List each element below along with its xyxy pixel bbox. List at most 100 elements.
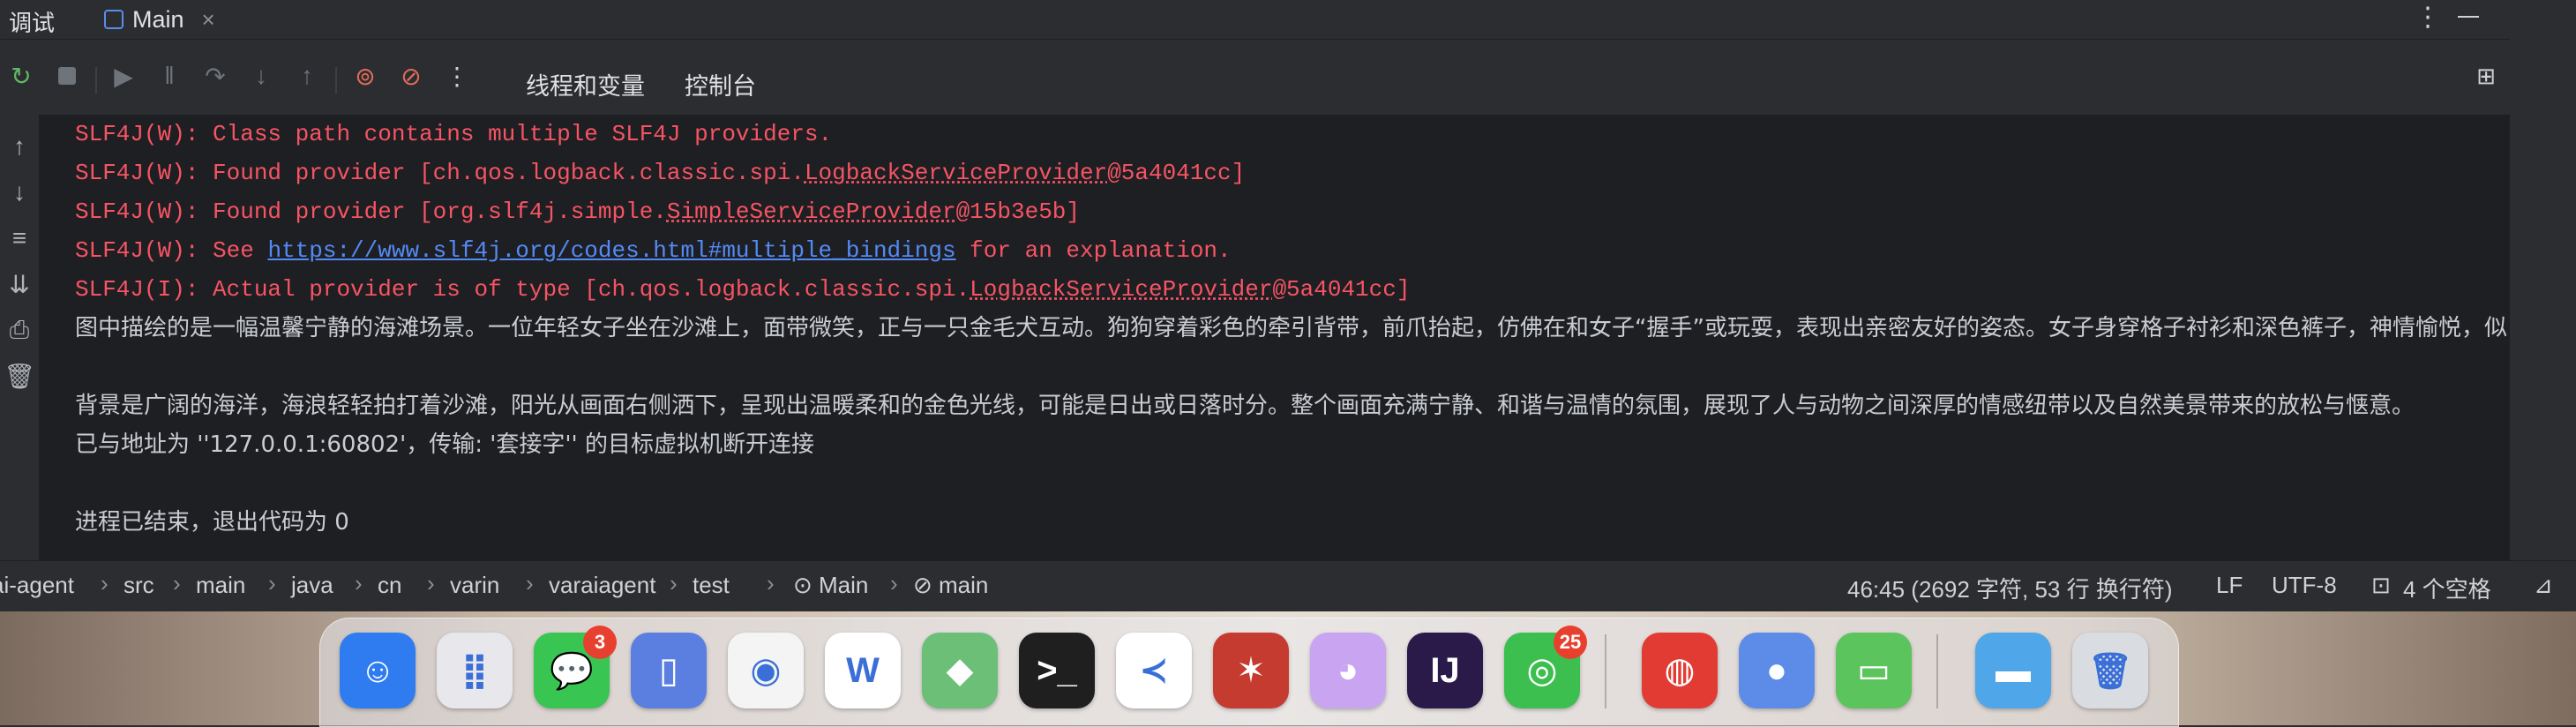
chevron-right-icon: › <box>101 570 109 596</box>
breadcrumb-item[interactable]: src <box>124 572 154 599</box>
console-line: SLF4J(W): Class path contains multiple S… <box>75 115 832 154</box>
tab-console[interactable]: 控制台 <box>685 67 756 101</box>
step-out-icon[interactable]: ↑ <box>291 60 323 92</box>
tab-close-icon[interactable]: × <box>202 6 215 34</box>
console-class-ref[interactable]: LogbackServiceProvider <box>805 160 1107 186</box>
file-encoding[interactable]: UTF-8 <box>2272 572 2337 599</box>
cat-app-icon: ◕ <box>1337 650 1359 690</box>
line-separator[interactable]: LF <box>2216 572 2243 599</box>
console-line: 已与地址为 ''127.0.0.1:60802'，传输: '套接字'' 的目标虚… <box>75 425 814 464</box>
dock-app-wps[interactable]: W <box>825 633 901 708</box>
wps-icon: W <box>846 650 880 690</box>
stop-icon[interactable] <box>51 60 83 92</box>
lock-icon[interactable]: ⊡ <box>2371 572 2391 599</box>
console-class-ref[interactable]: SimpleServiceProvider <box>667 199 956 225</box>
console-class-ref[interactable]: LogbackServiceProvider <box>970 276 1272 303</box>
dock-app-messages[interactable]: 💬 3 <box>534 626 617 708</box>
intellij-icon: IJ <box>1430 650 1460 690</box>
launchpad-icon: ⣿ <box>461 651 489 690</box>
console-gutter: ↑ ↓ ≡ ⇊ ⎙ 🗑 <box>0 115 40 560</box>
clear-all-icon[interactable]: 🗑 <box>4 360 35 392</box>
breadcrumb-item[interactable]: ai-agent <box>0 572 74 599</box>
scroll-to-end-icon[interactable]: ⇊ <box>4 268 35 300</box>
breadcrumb-item[interactable]: cn <box>378 572 401 599</box>
right-edge-strip <box>2510 0 2576 560</box>
vscode-icon: ≺ <box>1139 651 1169 690</box>
console-link[interactable]: https://www.slf4j.org/codes.html#multipl… <box>267 237 955 264</box>
dock-app-terminal[interactable]: >_ <box>1019 633 1095 708</box>
dock-app-cat-app[interactable]: ◕ <box>1310 633 1386 708</box>
netease-music-icon: ◍ <box>1664 651 1696 690</box>
console-text: 进程已结束，退出代码为 0 <box>75 509 349 536</box>
dock-separator <box>1605 634 1606 708</box>
console-text: 已与地址为 ''127.0.0.1:60802'，传输: '套接字'' 的目标虚… <box>75 431 814 458</box>
macos-dock: ☺ ⣿ 💬 3 ▯ ◉ W ◆ >_ ≺ ✶ ◕ IJ ◎ 25 ◍ ● ▭ ▬ 🗑 <box>319 618 2179 727</box>
breadcrumb-item[interactable]: java <box>291 572 333 599</box>
console-text: 背景是广阔的海洋，海浪轻轻拍打着沙滩，阳光从画面右侧洒下，呈现出温暖柔和的金色光… <box>75 393 2415 419</box>
breadcrumb-item[interactable]: main <box>196 572 245 599</box>
tab-threads-variables[interactable]: 线程和变量 <box>526 67 645 101</box>
breadcrumb-item[interactable]: varin <box>450 572 499 599</box>
resume-icon[interactable]: ▶ <box>108 60 139 92</box>
mute-breakpoints-icon[interactable]: ⊘ <box>395 60 427 92</box>
dock-app-chrome[interactable]: ◉ <box>728 633 804 708</box>
breadcrumb-item[interactable]: ⊘ main <box>913 572 988 599</box>
caret-position[interactable]: 46:45 (2692 字符, 53 行 换行符) <box>1847 572 2172 604</box>
dock-app-iphone-mirroring[interactable]: ▯ <box>631 633 707 708</box>
console-text: SLF4J(W): Class path contains multiple S… <box>75 121 833 147</box>
soft-wrap-icon[interactable]: ≡ <box>4 222 35 254</box>
terminal-icon: >_ <box>1037 650 1077 690</box>
breadcrumb-item[interactable]: varaiagent <box>549 572 655 599</box>
dock-app-folder[interactable]: ▬ <box>1975 633 2051 708</box>
print-icon[interactable]: ⎙ <box>4 314 35 346</box>
dock-app-vscode[interactable]: ≺ <box>1116 633 1192 708</box>
breadcrumb-item[interactable]: test <box>693 572 730 599</box>
tab-main[interactable]: Main × <box>92 0 228 39</box>
rerun-icon[interactable]: ↻ <box>5 60 37 92</box>
toolbar-more-icon[interactable]: ⋮ <box>441 60 473 92</box>
notification-badge: 25 <box>1554 626 1587 659</box>
step-into-icon[interactable]: ↓ <box>245 60 277 92</box>
dock-app-messages-2[interactable]: ▭ <box>1836 633 1912 708</box>
dock-app-intellij[interactable]: IJ <box>1407 633 1483 708</box>
tool-window-title: 调试 <box>9 10 56 36</box>
more-options-icon[interactable]: ⋮ <box>2415 2 2441 33</box>
iphone-mirroring-icon: ▯ <box>658 651 678 690</box>
indent-setting[interactable]: 4 个空格 <box>2403 572 2491 604</box>
dock-app-knot[interactable]: ✶ <box>1213 633 1289 708</box>
console-text: SLF4J(W): Found provider [ch.qos.logback… <box>75 160 805 186</box>
chevron-right-icon: › <box>670 570 678 596</box>
console-text: for an explanation. <box>955 237 1232 264</box>
step-over-icon[interactable]: ↷ <box>199 60 231 92</box>
dock-app-finder[interactable]: ☺ <box>340 633 416 708</box>
console-line: 图中描绘的是一幅温馨宁静的海滩场景。一位年轻女子坐在沙滩上，面带微笑，正与一只金… <box>75 309 2507 348</box>
chrome-icon: ◉ <box>750 651 782 690</box>
breadcrumb-item[interactable]: ⊙ Main <box>793 572 868 599</box>
layout-icon[interactable]: ⊞ <box>2470 60 2502 92</box>
read-only-icon[interactable]: ⊿ <box>2534 572 2553 599</box>
dock-separator <box>1936 634 1938 708</box>
pause-icon[interactable]: ‖ <box>154 60 185 92</box>
knot-icon: ✶ <box>1236 651 1266 690</box>
dock-app-maps[interactable]: ◆ <box>922 633 998 708</box>
view-breakpoints-icon[interactable]: ⊚ <box>349 60 381 92</box>
chevron-right-icon: › <box>427 570 435 596</box>
console-text: @5a4041cc] <box>1107 160 1246 186</box>
dock-app-trash[interactable]: 🗑 <box>2072 633 2148 708</box>
minimize-icon[interactable] <box>2458 16 2479 18</box>
dock-app-netease-music[interactable]: ◍ <box>1642 633 1718 708</box>
chevron-right-icon: › <box>173 570 181 596</box>
up-arrow-icon[interactable]: ↑ <box>4 131 35 162</box>
console-text: 图中描绘的是一幅温馨宁静的海滩场景。一位年轻女子坐在沙滩上，面带微笑，正与一只金… <box>75 315 2507 341</box>
console-line: 背景是广阔的海洋，海浪轻轻拍打着沙滩，阳光从画面右侧洒下，呈现出温暖柔和的金色光… <box>75 386 2415 425</box>
console-text: SLF4J(W): See <box>75 237 268 264</box>
chevron-right-icon: › <box>526 570 534 596</box>
console-output[interactable]: SLF4J(W): Class path contains multiple S… <box>40 115 2510 560</box>
chevron-right-icon: › <box>268 570 276 596</box>
folder-icon: ▬ <box>1996 650 2031 690</box>
dock-app-launchpad[interactable]: ⣿ <box>437 633 513 708</box>
dock-app-preview[interactable]: ● <box>1739 633 1815 708</box>
dock-app-wechat[interactable]: ◎ 25 <box>1504 626 1587 708</box>
console-line: SLF4J(W): See https://www.slf4j.org/code… <box>75 231 1232 270</box>
down-arrow-icon[interactable]: ↓ <box>4 176 35 208</box>
